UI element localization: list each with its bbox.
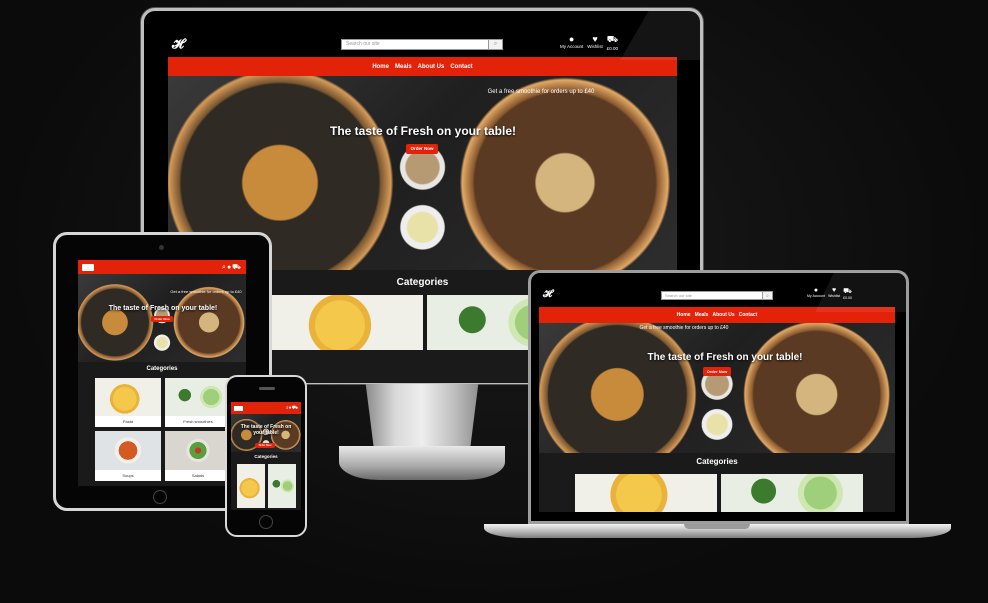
- phone-card-smoothies[interactable]: [268, 464, 296, 508]
- pasta-image: [95, 378, 161, 416]
- salad-image: [165, 431, 231, 470]
- search-placeholder: Search our site: [665, 293, 692, 298]
- phone-hero-headline: The taste of Fresh on your table!: [240, 424, 292, 436]
- nav-meals[interactable]: Meals: [395, 64, 412, 70]
- logo[interactable]: 𝓗: [172, 37, 184, 52]
- laptop-notch: [684, 524, 750, 529]
- tablet-site: ⌕●⛟ Get a free smoothie for orders up to…: [78, 260, 246, 486]
- tablet-card-soups[interactable]: Soups: [95, 431, 161, 481]
- nav-about[interactable]: About Us: [712, 312, 734, 318]
- mockup-stage: 𝓗 Search our site ⌕ ●My Account ♥Wishlis…: [0, 0, 988, 603]
- hamburger-icon[interactable]: [234, 405, 243, 411]
- laptop-card-smoothies[interactable]: [721, 474, 863, 512]
- smoothie-image: [721, 474, 863, 512]
- nav-home[interactable]: Home: [372, 64, 389, 70]
- tablet-card-pasta[interactable]: Pasta: [95, 378, 161, 427]
- phone-header-icons: ⌕●⛟: [285, 404, 298, 411]
- nav-home[interactable]: Home: [677, 312, 691, 318]
- nav-contact[interactable]: Contact: [450, 64, 472, 70]
- phone-site: ⌕●⛟ The taste of Fresh on your table! Or…: [231, 402, 301, 510]
- search-placeholder: Search our site: [346, 41, 380, 47]
- laptop-glare: [760, 272, 906, 312]
- logo[interactable]: 𝓗: [543, 289, 552, 300]
- promo-text: Get a free smoothie for orders up to £40: [487, 89, 595, 95]
- my-account-label: My Account: [560, 44, 584, 49]
- pasta-image: [237, 464, 265, 508]
- pasta-image: [575, 474, 717, 512]
- tablet-home-button: [153, 490, 167, 504]
- my-account-link[interactable]: ●My Account: [560, 34, 583, 51]
- laptop-site: 𝓗 Search our site ⌕ ●My Account ♥Wishlis…: [539, 286, 895, 512]
- phone-categories: Categories: [231, 452, 301, 510]
- monitor-glare: [596, 10, 700, 60]
- laptop-search-input[interactable]: Search our site ⌕: [661, 291, 773, 300]
- phone-header: ⌕●⛟: [231, 402, 301, 414]
- phone-home-button: [259, 515, 273, 529]
- tablet-header-icons: ⌕●⛟: [222, 263, 242, 271]
- tablet-hero: Get a free smoothie for orders up to £40…: [78, 274, 246, 362]
- smoothie-image: [268, 464, 296, 508]
- pasta-caption: Pasta: [122, 419, 134, 424]
- laptop-categories-title: Categories: [696, 457, 738, 466]
- search-button[interactable]: ⌕: [488, 40, 502, 49]
- search-input[interactable]: Search our site ⌕: [341, 39, 503, 50]
- laptop-order-now-button[interactable]: Order Now: [703, 367, 731, 376]
- laptop-categories: Categories: [539, 453, 895, 512]
- hero-headline: The taste of Fresh on your table!: [329, 124, 517, 138]
- phone-hero: The taste of Fresh on your table! Order …: [231, 414, 301, 452]
- laptop-hero: Get a free smoothie for orders up to £40…: [539, 323, 895, 453]
- tablet-card-salads[interactable]: Salads: [165, 431, 231, 481]
- phone-categories-title: Categories: [254, 454, 278, 459]
- tablet-card-smoothies[interactable]: Fresh smoothies: [165, 378, 231, 427]
- tablet-categories-title: Categories: [146, 366, 178, 372]
- user-icon: ●: [568, 34, 575, 44]
- tablet-header: ⌕●⛟: [78, 260, 246, 274]
- hamburger-icon[interactable]: [82, 263, 94, 271]
- tablet-promo-text: Get a free smoothie for orders up to £40: [170, 289, 242, 294]
- tablet-categories: Categories Pasta Fresh smoothies Soups S…: [78, 362, 246, 486]
- monitor-stand-base: [339, 446, 505, 480]
- laptop-hero-headline: The taste of Fresh on your table!: [647, 352, 803, 363]
- tablet-camera: [159, 245, 164, 250]
- phone-card-pasta[interactable]: [237, 464, 265, 508]
- soups-caption: Soups: [122, 473, 134, 478]
- nav-about[interactable]: About Us: [418, 64, 445, 70]
- category-card-pasta[interactable]: [272, 295, 423, 350]
- soup-image: [95, 431, 161, 470]
- nav-contact[interactable]: Contact: [739, 312, 758, 318]
- tablet-hero-headline: The taste of Fresh on your table!: [108, 305, 218, 312]
- salads-caption: Salads: [191, 473, 205, 478]
- laptop-card-pasta[interactable]: [575, 474, 717, 512]
- pasta-image: [272, 295, 423, 350]
- phone-speaker: [259, 387, 275, 390]
- search-icon: ⌕: [493, 41, 498, 47]
- monitor-stand: [365, 384, 479, 448]
- nav-meals[interactable]: Meals: [695, 312, 709, 318]
- phone-order-now-button[interactable]: Order Now: [255, 443, 275, 448]
- tablet-order-now-button[interactable]: Order Now: [151, 316, 173, 322]
- order-now-button[interactable]: Order Now: [406, 144, 438, 154]
- laptop-promo-text: Get a free smoothie for orders up to £40: [639, 325, 729, 331]
- smoothies-caption: Fresh smoothies: [183, 419, 213, 424]
- smoothie-image: [165, 378, 231, 416]
